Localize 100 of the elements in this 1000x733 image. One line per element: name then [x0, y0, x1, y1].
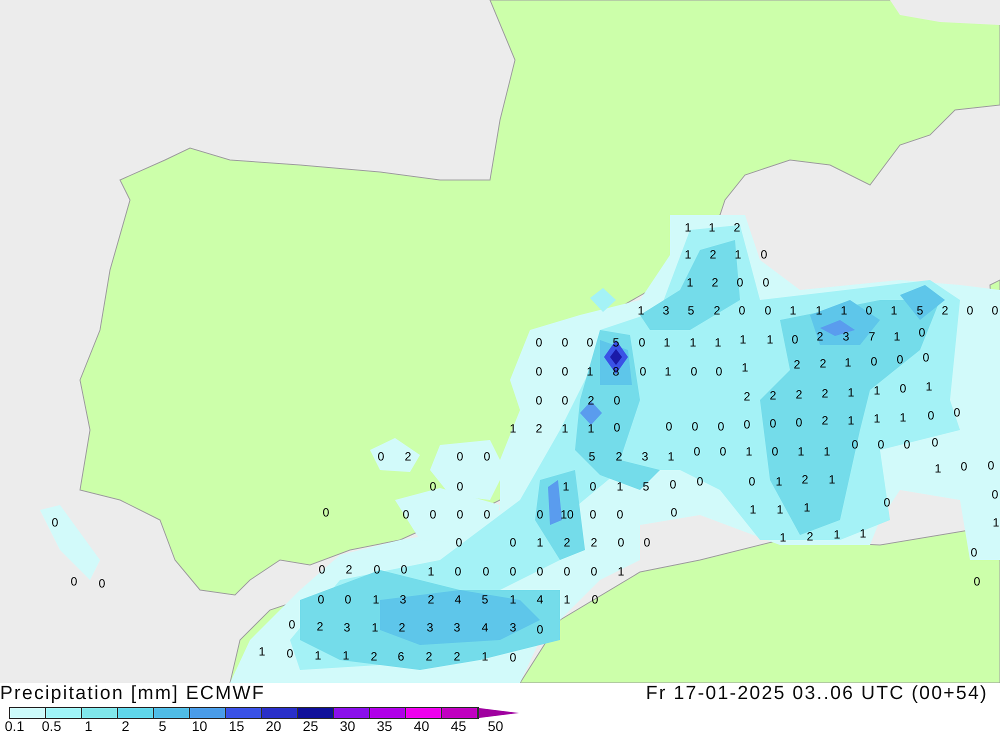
- precipitation-value: 0: [536, 366, 542, 378]
- precipitation-value: 2: [370, 650, 378, 664]
- precipitation-value: 1: [372, 622, 378, 634]
- precipitation-value: 0: [286, 648, 294, 660]
- precipitation-value: 0: [760, 248, 768, 262]
- precipitation-value: 3: [510, 622, 516, 634]
- precipitation-value: 0: [70, 576, 78, 588]
- precipitation-value: 1: [848, 386, 854, 400]
- precipitation-value: 0: [402, 508, 410, 522]
- precipitation-value: 0: [738, 304, 746, 318]
- scale-tick-label: 50: [488, 719, 504, 733]
- precipitation-value: 0: [720, 446, 726, 458]
- precipitation-value: 3: [842, 330, 850, 344]
- scale-tick-label: 35: [376, 719, 392, 733]
- precipitation-value: 0: [770, 418, 776, 430]
- precipitation-value: 1: [586, 366, 594, 378]
- valid-time: Fr 17-01-2025 03..06 UTC (00+54): [646, 683, 988, 705]
- precipitation-value: 1: [510, 594, 516, 606]
- precipitation-value: 0: [992, 488, 998, 502]
- precipitation-value: 0: [590, 508, 596, 522]
- precipitation-value: 0: [900, 382, 906, 396]
- precipitation-value: 1: [482, 650, 488, 664]
- precipitation-value: 2: [816, 330, 824, 344]
- precipitation-value: 0: [482, 566, 490, 578]
- precipitation-value: 0: [564, 566, 570, 578]
- precipitation-value: 0: [764, 304, 772, 318]
- precipitation-value: 0: [670, 506, 678, 520]
- precipitation-value: 2: [404, 450, 412, 464]
- precipitation-value: 2: [794, 358, 800, 372]
- precipitation-value: 2: [588, 394, 594, 408]
- precipitation-value: 1: [664, 336, 670, 350]
- precipitation-value: 1: [926, 380, 932, 394]
- precipitation-value: 3: [454, 622, 460, 634]
- precipitation-value: 2: [712, 276, 718, 290]
- precipitation-value: 0: [484, 450, 490, 464]
- precipitation-value: 1: [428, 566, 434, 578]
- scale-tick-label: 30: [340, 719, 356, 733]
- precipitation-value: 10: [560, 508, 574, 522]
- precipitation-value: 0: [456, 450, 464, 464]
- precipitation-value: 1: [258, 646, 266, 658]
- precipitation-value: 3: [344, 622, 350, 634]
- precipitation-value: 0: [792, 334, 798, 346]
- precipitation-value: 1: [900, 412, 906, 424]
- precipitation-value: 1: [750, 504, 756, 516]
- precipitation-value: 1: [790, 304, 796, 318]
- precipitation-value: 0: [344, 594, 352, 606]
- scale-tick-label: 0.5: [42, 719, 62, 733]
- precipitation-value: 3: [662, 304, 670, 318]
- precipitation-value: 1: [314, 650, 322, 662]
- precipitation-value: 0: [922, 352, 930, 364]
- precipitation-value: 0: [590, 480, 596, 494]
- precipitation-value: 0: [638, 336, 646, 350]
- precipitation-value: 1: [776, 476, 782, 488]
- precipitation-value: 6: [398, 650, 404, 664]
- precipitation-value: 0: [374, 564, 380, 576]
- precipitation-value: 0: [454, 566, 462, 578]
- precipitation-value: 2: [590, 536, 598, 550]
- precipitation-value: 4: [482, 622, 488, 634]
- precipitation-value: 1: [766, 334, 774, 346]
- precipitation-value: 1: [992, 516, 1000, 530]
- precipitation-value: 2: [744, 390, 750, 404]
- scale-tick-label: 10: [192, 719, 208, 733]
- precipitation-value: 2: [802, 474, 808, 486]
- precipitation-value: 1: [684, 222, 692, 234]
- precipitation-value: 2: [714, 304, 720, 318]
- precipitation-value: 1: [690, 336, 696, 350]
- precipitation-value: 0: [536, 336, 542, 350]
- precipitation-value: 0: [992, 304, 998, 318]
- precipitation-value: 2: [398, 622, 406, 634]
- precipitation-value: 4: [454, 594, 462, 606]
- precipitation-value: 0: [510, 652, 516, 664]
- precipitation-value: 0: [762, 276, 770, 290]
- precipitation-value: 0: [592, 594, 598, 606]
- precipitation-value: 0: [928, 410, 934, 422]
- precipitation-value: 2: [796, 388, 802, 402]
- precipitation-value: 2: [806, 530, 814, 544]
- precipitation-value: 3: [642, 450, 648, 464]
- precipitation-value: 0: [748, 476, 756, 488]
- precipitation-value: 1: [740, 334, 746, 346]
- precipitation-value: 1: [664, 366, 672, 378]
- precipitation-value: 0: [744, 418, 750, 432]
- precipitation-value: 0: [694, 446, 700, 458]
- precipitation-value: 1: [776, 504, 784, 516]
- precipitation-value: 1: [714, 336, 722, 350]
- precipitation-value: 1: [894, 330, 900, 344]
- precipitation-value: 1: [668, 450, 674, 464]
- precipitation-value: 2: [426, 650, 432, 664]
- scale-tick-label: 25: [302, 719, 318, 733]
- precipitation-value: 0: [484, 508, 490, 522]
- precipitation-value: 5: [688, 304, 694, 318]
- precipitation-value: 1: [562, 480, 570, 494]
- precipitation-value: 2: [734, 222, 740, 234]
- map-title: Precipitation [mm] ECMWF: [0, 683, 266, 705]
- precipitation-value: 0: [618, 536, 624, 550]
- precipitation-value: 8: [612, 366, 620, 378]
- precipitation-value: 2: [564, 536, 570, 550]
- precipitation-value: 5: [482, 594, 488, 606]
- precipitation-value: 0: [666, 420, 672, 434]
- precipitation-value: 1: [874, 384, 880, 398]
- precipitation-value: 0: [456, 536, 462, 550]
